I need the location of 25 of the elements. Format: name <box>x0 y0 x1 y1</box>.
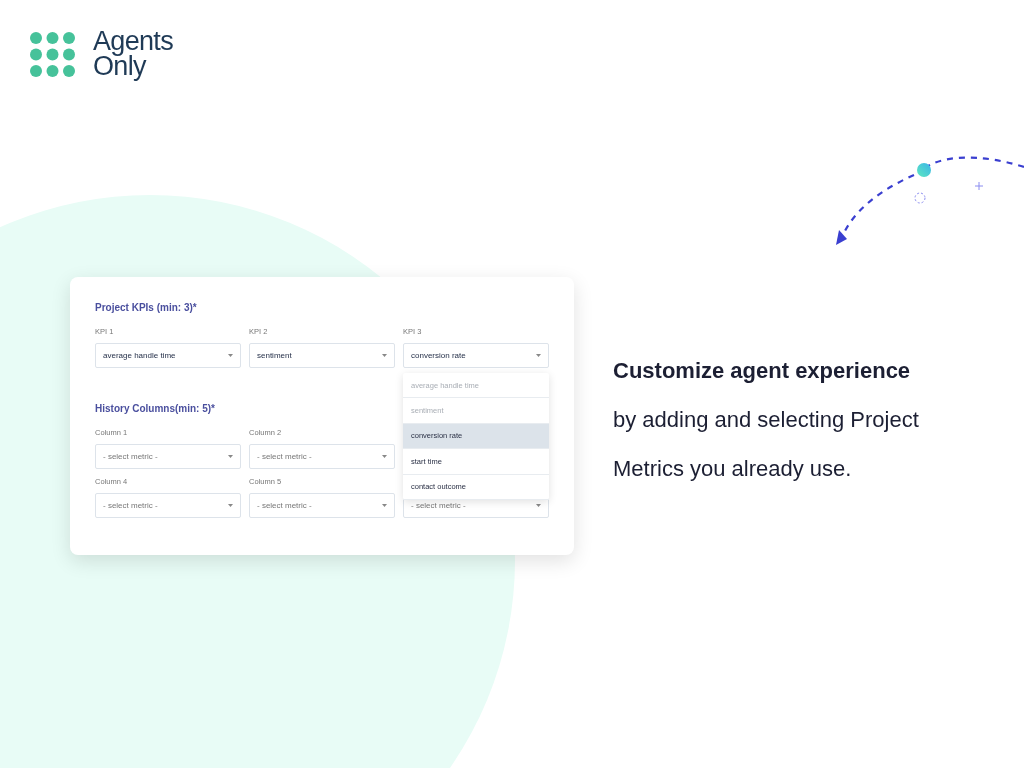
caret-icon <box>228 455 233 458</box>
caret-icon <box>228 354 233 357</box>
sparkle-icon <box>974 181 984 191</box>
caret-icon <box>382 504 387 507</box>
select-field[interactable]: sentiment <box>249 343 395 368</box>
select-field[interactable]: average handle time <box>95 343 241 368</box>
select-field[interactable]: conversion rate <box>403 343 549 368</box>
select-field[interactable]: - select metric - <box>249 493 395 518</box>
tagline-text: by adding and selecting Project Metrics you already use. <box>613 406 919 483</box>
logo-text: Only <box>93 54 147 79</box>
caret-icon <box>536 354 541 357</box>
caret-icon <box>536 504 541 507</box>
caret-icon <box>382 354 387 357</box>
tagline-heading: Customize agent experience <box>613 357 912 385</box>
caret-icon <box>228 504 233 507</box>
caret-icon <box>382 455 387 458</box>
dotted-circle-icon <box>914 192 926 204</box>
logo-dots-icon <box>30 31 75 77</box>
select-field[interactable]: - select metric - <box>95 493 241 518</box>
logo-text: Agents <box>93 29 173 54</box>
gradient-dot-icon <box>917 163 931 177</box>
select-field[interactable]: - select metric - <box>95 444 241 469</box>
section-title: History Columns(min: 5)* <box>95 402 215 416</box>
select-field[interactable]: - select metric - <box>249 444 395 469</box>
section-title: Project KPIs (min: 3)* <box>95 301 197 315</box>
